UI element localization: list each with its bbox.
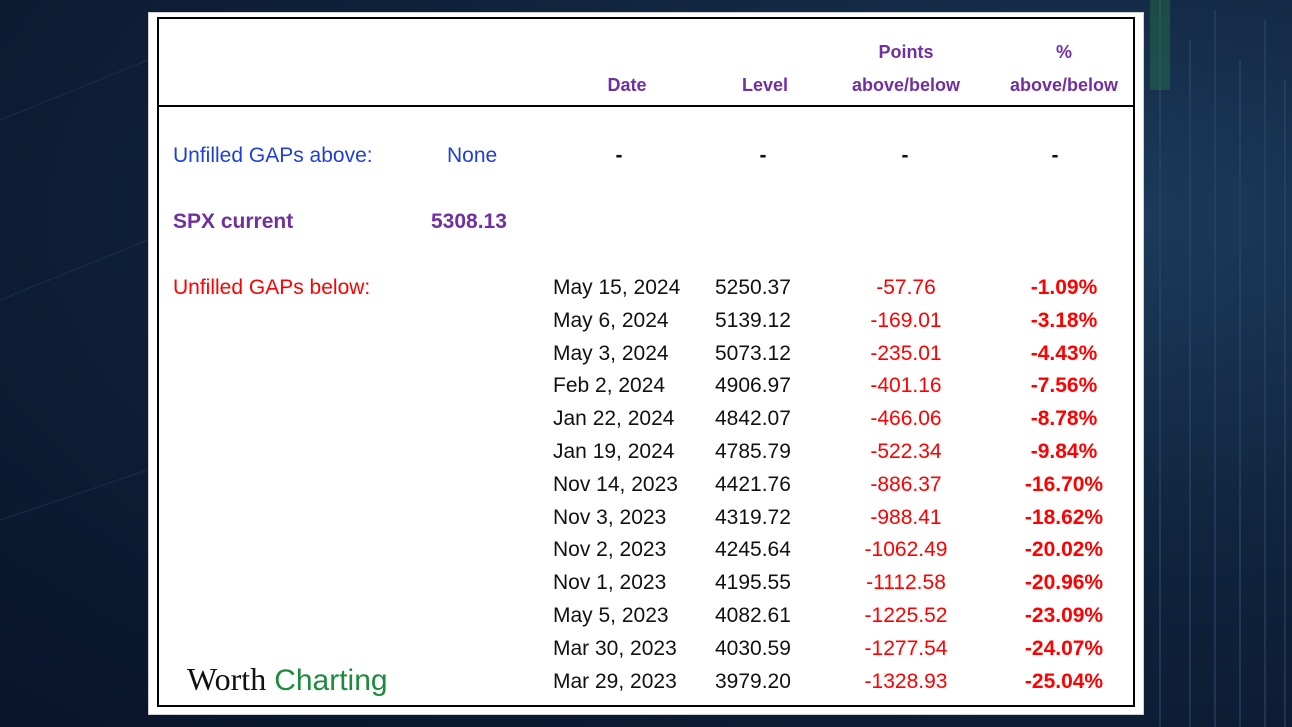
row-date: Mar 29, 2023 — [553, 670, 677, 693]
row-date: May 3, 2024 — [553, 342, 669, 365]
row-pct: -24.07% — [1024, 637, 1104, 660]
row-pct: -20.02% — [1024, 538, 1104, 561]
row-level: 4082.61 — [715, 604, 791, 627]
row-date: Nov 3, 2023 — [553, 506, 667, 529]
header-points-line2: above/below — [851, 75, 961, 95]
row-points: -1112.58 — [866, 571, 946, 594]
gaps-above-level: - — [759, 144, 767, 167]
row-date: May 15, 2024 — [553, 276, 681, 299]
row-points: -1062.49 — [864, 538, 948, 561]
row-pct: -4.43% — [1030, 342, 1098, 365]
row-level: 4906.97 — [715, 374, 791, 397]
row-date: May 5, 2023 — [553, 604, 669, 627]
row-points: -988.41 — [870, 506, 942, 529]
row-level: 4030.59 — [715, 637, 791, 660]
row-date: May 6, 2024 — [553, 309, 669, 332]
spx-label: SPX current — [173, 210, 294, 233]
row-level: 4319.72 — [715, 506, 791, 529]
row-level: 5139.12 — [715, 309, 791, 332]
gaps-above-label: Unfilled GAPs above: — [173, 144, 373, 167]
gaps-above-value: None — [447, 144, 498, 167]
row-date: Nov 2, 2023 — [553, 538, 667, 561]
row-points: -522.34 — [870, 440, 942, 463]
gaps-below-label: Unfilled GAPs below: — [173, 276, 371, 299]
worth-charting-logo: Worth Charting — [187, 661, 388, 699]
row-date: Jan 19, 2024 — [553, 440, 675, 463]
header-pct-line2: above/below — [1009, 75, 1119, 95]
row-points: -1225.52 — [864, 604, 948, 627]
row-level: 4785.79 — [715, 440, 791, 463]
row-level: 5250.37 — [715, 276, 791, 299]
row-date: Nov 14, 2023 — [553, 473, 678, 496]
spx-value: 5308.13 — [431, 210, 507, 233]
row-pct: -9.84% — [1030, 440, 1098, 463]
header-divider — [159, 105, 1133, 107]
gaps-above-points: - — [901, 144, 909, 167]
row-points: -235.01 — [870, 342, 942, 365]
row-points: -1328.93 — [864, 670, 948, 693]
logo-word-charting: Charting — [274, 664, 388, 697]
row-points: -401.16 — [870, 374, 942, 397]
gaps-above-date: - — [615, 144, 623, 167]
row-level: 5073.12 — [715, 342, 791, 365]
row-pct: -18.62% — [1024, 506, 1104, 529]
row-pct: -23.09% — [1024, 604, 1104, 627]
row-pct: -3.18% — [1030, 309, 1098, 332]
header-pct-line1: % — [1055, 42, 1072, 62]
row-date: Mar 30, 2023 — [553, 637, 677, 660]
row-date: Feb 2, 2024 — [553, 374, 666, 397]
row-pct: -25.04% — [1024, 670, 1104, 693]
header-level: Level — [741, 75, 789, 95]
row-date: Nov 1, 2023 — [553, 571, 667, 594]
row-level: 3979.20 — [715, 670, 791, 693]
row-pct: -16.70% — [1024, 473, 1104, 496]
header-date: Date — [607, 75, 647, 95]
table-frame: Date Level Points above/below % above/be… — [157, 17, 1135, 707]
logo-word-worth: Worth — [187, 661, 267, 697]
header-points-line1: Points — [878, 42, 934, 62]
row-pct: -20.96% — [1024, 571, 1104, 594]
row-points: -57.76 — [876, 276, 936, 299]
row-level: 4421.76 — [715, 473, 791, 496]
row-level: 4842.07 — [715, 407, 791, 430]
row-points: -1277.54 — [864, 637, 948, 660]
row-level: 4245.64 — [715, 538, 791, 561]
row-pct: -1.09% — [1030, 276, 1098, 299]
gap-table-sheet: Date Level Points above/below % above/be… — [148, 12, 1144, 715]
row-points: -886.37 — [870, 473, 942, 496]
gaps-above-pct: - — [1051, 144, 1059, 167]
row-points: -169.01 — [870, 309, 942, 332]
row-pct: -8.78% — [1030, 407, 1098, 430]
row-level: 4195.55 — [715, 571, 791, 594]
row-points: -466.06 — [870, 407, 942, 430]
row-pct: -7.56% — [1030, 374, 1098, 397]
row-date: Jan 22, 2024 — [553, 407, 675, 430]
